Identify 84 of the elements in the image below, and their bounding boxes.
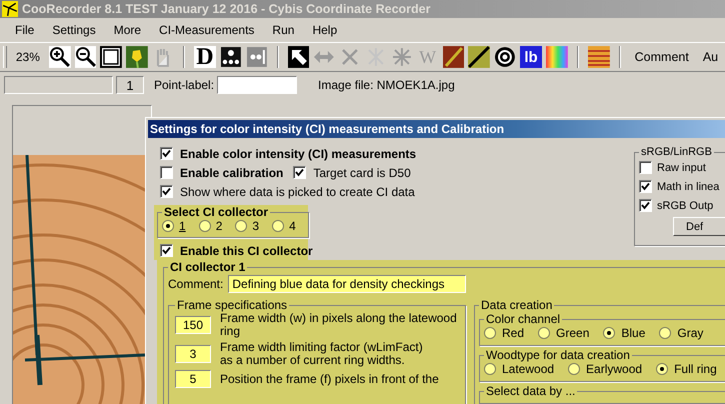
zoom-in-icon[interactable]: [48, 46, 71, 68]
checkbox[interactable]: [639, 199, 652, 212]
menu-item[interactable]: Help: [303, 21, 346, 39]
group-title: Select CI collector: [163, 205, 270, 219]
wood-stripe-icon[interactable]: [442, 46, 464, 68]
radio-label: Full ring: [674, 362, 717, 376]
radio-button[interactable]: [659, 327, 672, 339]
checkbox-label: Math in linea: [657, 180, 720, 192]
flower-icon[interactable]: [126, 46, 148, 68]
radio-button[interactable]: [484, 327, 496, 339]
radio-button[interactable]: [272, 220, 284, 232]
striped-wood-icon[interactable]: [588, 46, 610, 68]
radio-label: Latewood: [502, 362, 554, 376]
radio-button[interactable]: [603, 327, 616, 339]
group-title: Data creation: [480, 298, 554, 312]
menu-item[interactable]: More: [104, 21, 150, 39]
dots-icon[interactable]: [246, 46, 268, 68]
radio-button[interactable]: [198, 220, 211, 232]
checkbox-label: Show where data is picked to create CI data: [180, 184, 415, 198]
radio-label: 4: [289, 219, 296, 233]
checkbox[interactable]: [160, 166, 173, 179]
radio-label: 2: [216, 219, 222, 233]
group-title: Woodtype for data creation: [485, 348, 631, 362]
radio-button[interactable]: [235, 220, 248, 232]
checkbox-label: Enable color intensity (CI) measurements: [180, 146, 416, 160]
radio-label: 3: [252, 219, 260, 233]
checkbox-label: Target card is D50: [313, 166, 411, 180]
group-title: Select data by ...: [485, 384, 576, 398]
checkbox-label: Enable this CI collector: [180, 244, 313, 258]
value-field[interactable]: 3: [175, 345, 211, 363]
radio-button[interactable]: [484, 363, 496, 375]
value-field[interactable]: 5: [175, 370, 211, 388]
app-logo-icon: [2, 1, 18, 17]
value-field[interactable]: 150: [175, 316, 211, 334]
radio-button[interactable]: [656, 363, 668, 375]
group-title: CI collector 1: [169, 260, 246, 274]
image-file-text: Image file: NMOEK1A.jpg: [318, 78, 455, 92]
radio-button[interactable]: [162, 220, 174, 232]
square-icon[interactable]: [100, 46, 122, 68]
toolbar-text-button[interactable]: Comment: [628, 50, 696, 64]
dialog-title: Settings for color intensity (CI) measurements and Calibration: [150, 122, 504, 136]
comment-label: Comment:: [168, 277, 224, 291]
point-label-text: Point-label:: [154, 78, 214, 92]
target-icon[interactable]: [494, 46, 516, 68]
setting-description: Frame width (w) in pixels along the latewood ring: [220, 312, 458, 338]
radio-label: Gray: [677, 326, 704, 340]
point-counter: 1: [116, 76, 144, 94]
comment-field[interactable]: Defining blue data for density checkings: [228, 275, 466, 293]
radio-label: Earlywood: [586, 362, 642, 376]
radio-label: Blue: [621, 326, 646, 340]
setting-description: Position the frame (f) pixels in front of the: [220, 372, 439, 386]
radio-label: Red: [502, 326, 524, 340]
group-title: Frame specifications: [176, 298, 288, 312]
window-title: CooRecorder 8.1 TEST January 12 2016 - Cybis Coordinate Recorder: [22, 2, 430, 16]
group-title: Color channel: [485, 312, 562, 326]
menu-item[interactable]: File: [6, 21, 44, 39]
checkbox[interactable]: [639, 180, 652, 193]
color-gradient-icon[interactable]: [546, 46, 568, 68]
dots-icon[interactable]: [220, 46, 242, 68]
radio-label: Green: [556, 326, 590, 340]
group-title: sRGB/LinRGB: [640, 146, 713, 158]
menu-item[interactable]: Settings: [43, 21, 105, 39]
toolbar-letter-button[interactable]: D: [194, 46, 216, 68]
radio-label: 1: [179, 219, 186, 233]
zoom-level: 23%: [14, 50, 41, 64]
radio-button[interactable]: [538, 327, 550, 339]
zoom-out-icon[interactable]: [74, 46, 96, 68]
toolbar-text-button[interactable]: Au: [696, 50, 725, 64]
checkbox[interactable]: [639, 161, 652, 174]
diagonal-line-icon[interactable]: [468, 46, 490, 68]
menu-item[interactable]: Run: [263, 21, 304, 39]
checkbox-label: Enable calibration: [180, 166, 284, 180]
menu-item[interactable]: CI-Measurements: [150, 21, 264, 39]
setting-description: Frame width limiting factor (wLimFact) as a number of current ring widths.: [220, 341, 423, 367]
checkbox[interactable]: [293, 166, 306, 179]
checkbox-label: sRGB Outp: [657, 200, 714, 212]
radio-button[interactable]: [568, 363, 580, 375]
checkbox-label: Raw input: [657, 162, 706, 174]
toolbar-letter-button[interactable]: lb: [520, 46, 542, 68]
point-label-field[interactable]: [217, 76, 298, 94]
checkbox[interactable]: [160, 147, 173, 160]
checkbox[interactable]: [160, 244, 173, 257]
defaults-button[interactable]: Def: [673, 217, 725, 236]
checkbox[interactable]: [160, 185, 173, 198]
